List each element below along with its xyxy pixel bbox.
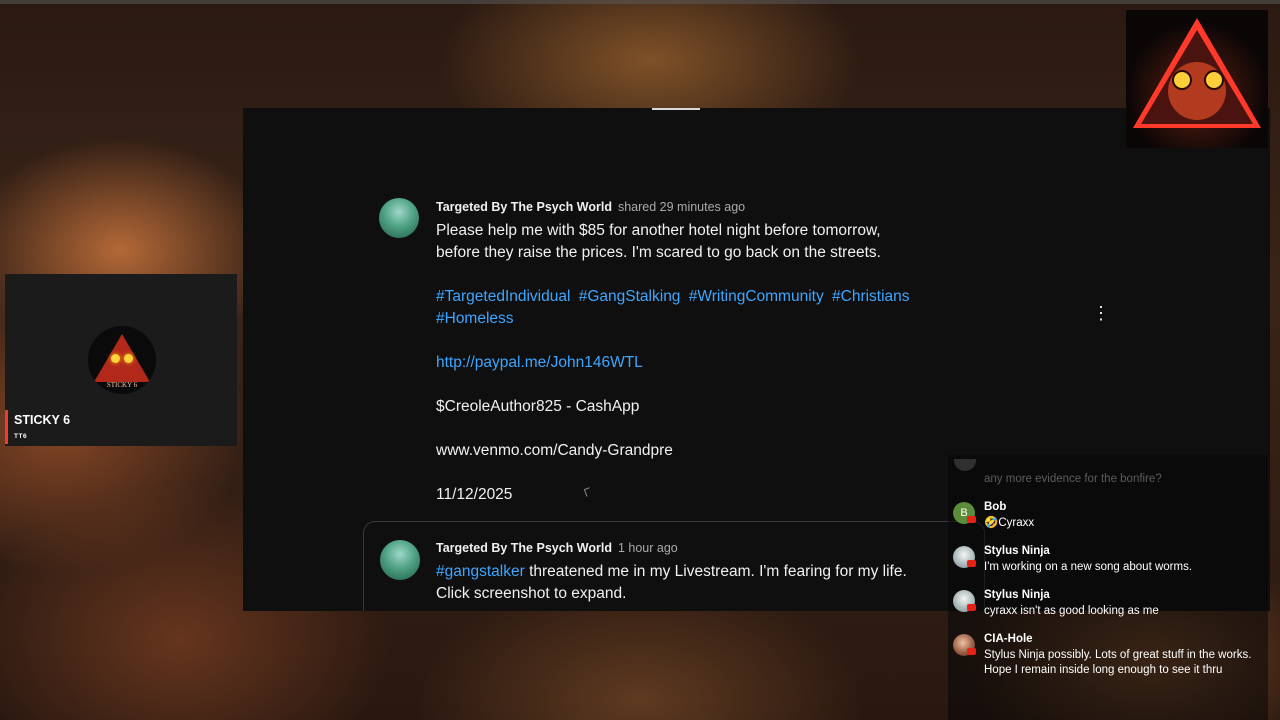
post-time[interactable]: 1 hour ago: [618, 541, 678, 555]
paypal-link[interactable]: http://paypal.me/John146WTL: [436, 354, 643, 371]
youtube-badge-icon: [967, 516, 976, 523]
chat-username[interactable]: Bob: [984, 501, 1006, 513]
venmo-text: www.venmo.com/Candy-Grandpre: [436, 442, 673, 459]
post-date: 11/12/2025: [436, 486, 513, 503]
chat-username[interactable]: Stylus Ninja: [984, 545, 1050, 557]
youtube-badge-icon: [967, 648, 976, 655]
channel-avatar[interactable]: [379, 198, 419, 238]
post-author[interactable]: Targeted By The Psych World: [436, 541, 612, 555]
channel-logo-icon: [1126, 10, 1268, 148]
community-post-2[interactable]: Targeted By The Psych World 1 hour ago #g…: [363, 521, 985, 611]
top-divider: [0, 0, 1280, 4]
logo-text: STICKY 6: [106, 381, 138, 389]
post-text: Please help me with $85 for another hote…: [436, 220, 936, 264]
post-text-line-1: Please help me with $85 for another hote…: [436, 222, 881, 239]
post-header: Targeted By The Psych World shared 29 min…: [436, 200, 745, 214]
hashtag-link[interactable]: #Christians: [832, 288, 910, 305]
chat-message-faded: any more evidence for the bonfire?: [984, 473, 1162, 485]
streamer-name: STICKY 6: [14, 413, 71, 427]
hashtag-link[interactable]: #TargetedIndividual: [436, 288, 570, 305]
chat-username[interactable]: Stylus Ninja: [984, 589, 1050, 601]
chat-text: 🤣Cyraxx: [984, 517, 1035, 529]
chat-text: I'm working on a new song about worms.: [984, 561, 1193, 573]
channel-avatar[interactable]: [380, 540, 420, 580]
more-options-icon[interactable]: ⋮: [1092, 302, 1110, 324]
sticky6-logo-icon: STICKY 6: [88, 326, 156, 394]
post-text-line-1: threatened me in my Livestream. I'm fear…: [524, 563, 907, 580]
streamer-card: STICKY 6 STICKY 6 TT6: [5, 274, 237, 446]
chat-text: cyraxx isn't as good looking as me: [984, 605, 1159, 617]
post-body: Please help me with $85 for another hote…: [436, 220, 936, 528]
post-time[interactable]: shared 29 minutes ago: [618, 200, 745, 214]
chat-avatar: [954, 459, 976, 471]
live-chat: any more evidence for the bonfire? B Bob…: [948, 455, 1268, 720]
panel-handle[interactable]: [652, 108, 700, 110]
cashapp-text: $CreoleAuthor825 - CashApp: [436, 398, 640, 415]
youtube-badge-icon: [967, 560, 976, 567]
post-text-line-2: before they raise the prices. I'm scared…: [436, 244, 881, 261]
chat-text: Stylus Ninja possibly. Lots of great stu…: [984, 649, 1252, 676]
hashtag-link[interactable]: #Homeless: [436, 310, 514, 327]
post-header: Targeted By The Psych World 1 hour ago: [436, 541, 678, 555]
name-accent-bar: [5, 410, 8, 444]
post-body: #gangstalker threatened me in my Livestr…: [436, 561, 936, 605]
hashtag-link[interactable]: #gangstalker: [436, 563, 525, 580]
hashtag-link[interactable]: #WritingCommunity: [689, 288, 824, 305]
hashtag-link[interactable]: #GangStalking: [579, 288, 681, 305]
post-hashtags: #TargetedIndividual #GangStalking #Writi…: [436, 286, 936, 330]
streamer-subtitle: TT6: [14, 433, 28, 440]
post-author[interactable]: Targeted By The Psych World: [436, 200, 612, 214]
post-text-line-2: Click screenshot to expand.: [436, 585, 627, 602]
youtube-badge-icon: [967, 604, 976, 611]
chat-username[interactable]: CIA-Hole: [984, 633, 1033, 645]
